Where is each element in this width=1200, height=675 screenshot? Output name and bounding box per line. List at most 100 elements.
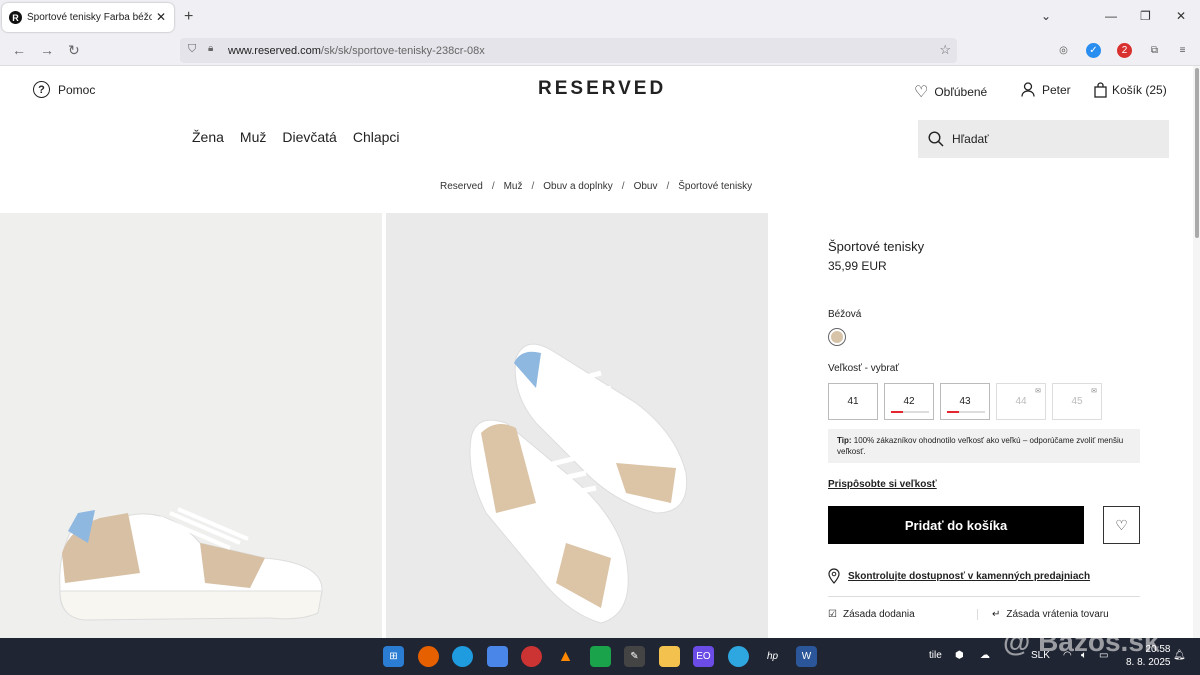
site-logo[interactable]: RESERVED [538,78,666,100]
location-pin-icon [828,568,840,584]
url-path: /sk/sk/sportove-tenisky-238cr-08x [320,44,485,57]
sneaker-side-illustration [59,507,323,621]
minimize-icon[interactable]: — [1105,9,1117,23]
hp-icon[interactable]: hp [762,646,783,667]
breadcrumb-muz[interactable]: Muž [504,181,523,192]
breadcrumb: Reserved / Muž / Obuv a doplnky / Obuv / Špo… [440,181,752,192]
edge-icon[interactable] [452,646,473,667]
size-option-45[interactable]: 45 ✉ [1052,383,1102,420]
heart-icon: ♡ [1115,516,1128,533]
tray-teams-icon[interactable]: ⬢ [955,650,964,661]
fit-size-link[interactable]: Prispôsobte si veľkosť [828,479,1140,490]
add-to-wishlist-button[interactable]: ♡ [1103,506,1140,544]
tab-title: Športové tenisky Farba béžová [27,12,152,23]
return-arrow-icon: ↵ [992,609,1001,620]
close-window-icon[interactable]: ✕ [1176,9,1186,23]
wishlist-link[interactable]: ♡ Obľúbené [914,82,987,102]
delivery-policy-link[interactable]: ☑ Zásada dodania [828,609,978,620]
browser-tab[interactable]: R Športové tenisky Farba béžová ✕ [2,3,174,32]
size-tip: Tip: 100% zákazníkov ohodnotilo veľkosť … [828,429,1140,463]
menu-item-muz[interactable]: Muž [240,129,266,145]
help-label: Pomoc [58,82,96,97]
cart-label: Košík (25) [1112,83,1167,97]
menu-item-dievcata[interactable]: Dievčatá [282,129,336,145]
shopping-bag-icon [1094,82,1107,98]
size-value: 44 [1015,396,1027,407]
menu-icon[interactable]: ≡ [1175,43,1190,58]
availability-label: Skontrolujte dostupnosť v kamenných pred… [848,570,1091,582]
search-input[interactable]: Hľadať [918,120,1169,158]
menu-item-chlapci[interactable]: Chlapci [353,129,400,145]
product-image-pair[interactable] [386,213,768,638]
breadcrumb-obuv[interactable]: Obuv [634,181,658,192]
product-panel: Športové tenisky 35,99 EUR Béžová Veľkos… [828,239,1140,620]
vlc-icon[interactable]: ▲ [555,646,576,667]
address-bar[interactable]: ⛉ 🔒︎ www.reserved.com /sk/sk/sportove-te… [180,38,957,63]
help-link[interactable]: ? Pomoc [33,81,95,98]
main-menu: Žena Muž Dievčatá Chlapci [192,129,400,145]
menu-item-zena[interactable]: Žena [192,129,224,145]
extensions-puzzle-icon[interactable]: ⧉ [1147,43,1162,58]
back-icon[interactable]: ← [12,42,26,58]
store-availability-link[interactable]: Skontrolujte dostupnosť v kamenných pred… [828,568,1140,584]
size-option-41[interactable]: 41 [828,383,878,420]
bookmark-star-icon[interactable]: ☆ [939,42,951,58]
firefox-icon[interactable] [418,646,439,667]
color-swatch-beige[interactable] [828,328,846,346]
app-purple-icon[interactable]: EO [693,646,714,667]
delivery-label: Zásada dodania [842,609,915,620]
breadcrumb-obuv-a-doplnky[interactable]: Obuv a doplnky [543,181,613,192]
windows-start-icon[interactable]: ⊞ [383,646,404,667]
low-stock-bar [947,411,985,413]
tray-tile-icon[interactable]: tile [929,650,942,661]
breadcrumb-separator: / [531,181,535,192]
scrollbar-thumb[interactable] [1194,68,1199,238]
notify-envelope-icon: ✉ [1091,388,1097,395]
breadcrumb-separator: / [491,181,495,192]
file-explorer-icon[interactable] [659,646,680,667]
tray-cloud-icon[interactable]: ☁ [980,650,990,661]
adblock-icon[interactable]: 2 [1117,43,1132,58]
tab-bar: R Športové tenisky Farba béžová ✕ + ⌄ — … [0,0,1200,34]
app-green-icon[interactable] [590,646,611,667]
size-options: 41 42 43 44 ✉ 45 ✉ [828,383,1140,420]
app-red-icon[interactable] [521,646,542,667]
user-icon [1021,82,1035,97]
vpn-icon[interactable]: ✓ [1086,43,1101,58]
add-to-cart-button[interactable]: Pridať do košíka [828,506,1085,544]
tool-icon[interactable]: ✎ [624,646,645,667]
account-link[interactable]: Peter [1021,82,1071,97]
size-option-43[interactable]: 43 [940,383,990,420]
page-scrollbar[interactable] [1193,66,1200,638]
size-option-42[interactable]: 42 [884,383,934,420]
restore-icon[interactable]: ❐ [1140,9,1151,23]
url-domain: www.reserved.com [228,44,321,57]
breadcrumb-separator: / [666,181,670,192]
size-option-44[interactable]: 44 ✉ [996,383,1046,420]
product-image-side[interactable] [0,213,382,638]
account-label: Peter [1042,82,1071,97]
forward-icon[interactable]: → [40,42,54,58]
extension-icon[interactable]: ◎ [1056,43,1071,58]
size-value: 43 [959,396,971,407]
breadcrumb-reserved[interactable]: Reserved [440,181,483,192]
list-tabs-icon[interactable]: ⌄ [1041,9,1051,23]
breadcrumb-current: Športové tenisky [678,181,753,192]
app-blue-icon[interactable] [728,646,749,667]
shield-icon[interactable]: ⛉ [188,43,196,56]
size-choose: vybrať [870,363,899,374]
reload-icon[interactable]: ↻ [68,42,80,59]
store-icon[interactable] [487,646,508,667]
returns-policy-link[interactable]: ↵ Zásada vrátenia tovaru [978,609,1109,620]
word-icon[interactable]: W [796,646,817,667]
cart-link[interactable]: Košík (25) [1094,82,1167,98]
notification-bell-icon[interactable]: 🔔︎ [1173,650,1186,661]
lock-icon[interactable]: 🔒︎ [208,43,213,54]
search-icon [928,131,944,147]
site-header: ? Pomoc RESERVED ♡ Obľúbené Peter Košík … [0,66,1200,166]
low-stock-bar [891,411,929,413]
new-tab-icon[interactable]: + [184,8,193,26]
close-tab-icon[interactable]: ✕ [156,10,166,24]
policy-links: ☑ Zásada dodania ↵ Zásada vrátenia tovar… [828,596,1140,620]
size-label-row: Veľkosť - vybrať [828,363,1140,374]
